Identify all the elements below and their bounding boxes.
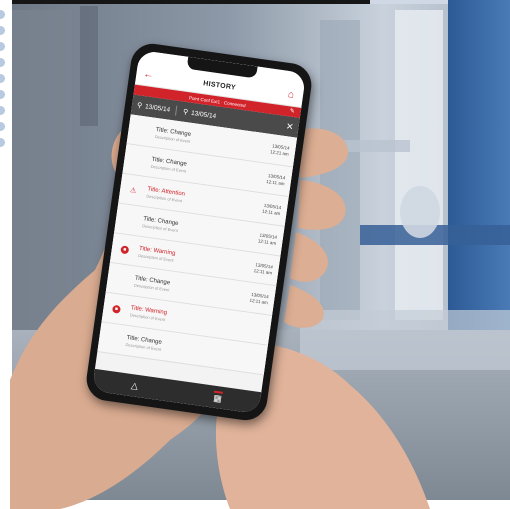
- event-timestamp: 13/05/14 12:11 am: [266, 172, 286, 186]
- close-icon[interactable]: ✕: [285, 121, 294, 133]
- grid-icon[interactable]: ▦: [212, 390, 223, 405]
- page-title: HISTORY: [202, 79, 237, 92]
- home-icon[interactable]: ⌂: [284, 89, 297, 102]
- event-timestamp: 13/05/14 12:11 am: [249, 291, 269, 305]
- to-date-filter[interactable]: ⚲ 13/05/14: [182, 108, 216, 121]
- event-timestamp: 13/05/14 12:11 am: [253, 262, 273, 276]
- stop-circle-icon: ■: [111, 304, 122, 314]
- filter-divider: [175, 105, 178, 116]
- event-timestamp: 13/05/14 12:21 am: [270, 143, 290, 157]
- arrow-left-icon[interactable]: ←: [142, 69, 155, 82]
- search-icon: ⚲: [136, 102, 143, 110]
- to-date: 13/05/14: [190, 109, 217, 120]
- event-list: Title: Change Description of Event 13/05/1…: [97, 114, 298, 376]
- event-timestamp: 13/05/14 12:11 am: [257, 232, 278, 246]
- row-icon-spacer: [107, 338, 117, 339]
- stop-circle-icon: ■: [119, 244, 130, 254]
- search-icon: ⚲: [182, 108, 189, 117]
- from-date-filter[interactable]: ⚲ 13/05/14: [136, 101, 170, 114]
- event-timestamp: 13/05/14 12:11 am: [262, 202, 282, 216]
- row-icon-spacer: [116, 278, 126, 279]
- row-icon-spacer: [132, 160, 142, 161]
- photo-scene: ← HISTORY ⌂ Point Conf Ext1 · Connected …: [0, 0, 510, 509]
- row-icon-spacer: [137, 130, 147, 131]
- alert-triangle-icon[interactable]: △: [130, 380, 139, 392]
- pencil-icon[interactable]: ✎: [289, 107, 295, 115]
- warning-triangle-icon: ⚠: [129, 186, 137, 195]
- row-icon-spacer: [124, 219, 134, 220]
- from-date: 13/05/14: [144, 102, 171, 114]
